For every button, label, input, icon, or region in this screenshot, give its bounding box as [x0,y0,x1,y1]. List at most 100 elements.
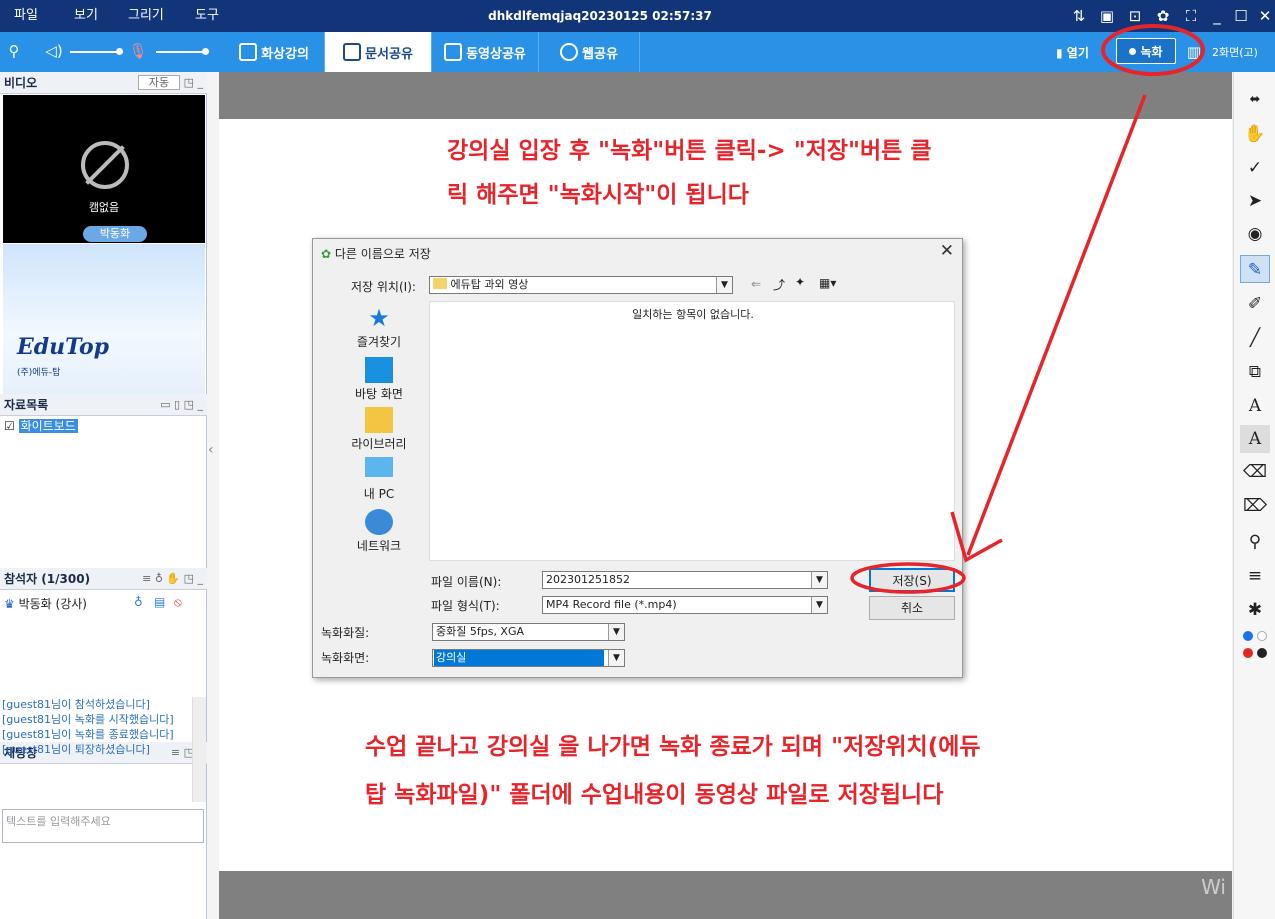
mic-status-icon[interactable]: ⚲ [4,41,24,61]
places-bar: ★ 즐겨찾기 바탕 화면 라이브러리 내 PC 네트워크 [329,299,429,561]
chevron-left-icon: ‹ [208,442,214,458]
instruction-text: 릭 해주면 "녹화시작"이 됩니다 [447,182,749,208]
network-icon [365,509,393,535]
profile-icon[interactable]: ▣ [1097,6,1117,26]
sync-icon[interactable]: ⇅ [1069,6,1089,26]
up-folder-icon[interactable]: ⤴ [773,276,785,293]
tab-web-share[interactable]: 웹공유 [539,32,640,72]
file-list[interactable]: 일치하는 항목이 없습니다. [429,301,955,561]
doc-icon[interactable]: ▤ [154,595,165,609]
instruction-text: 강의실 입장 후 "녹화"버튼 클릭-> "저장"버튼 클 [447,138,932,164]
quality-select[interactable]: 중화질 5fps, XGA ▼ [432,623,625,641]
shape-icon[interactable]: ⧉ [1240,358,1270,386]
mic-icon[interactable]: ♁ [134,595,143,609]
library-icon [365,407,393,433]
windows-watermark: Wi [1201,875,1226,899]
color-blue-swatch[interactable] [1243,631,1253,641]
popout-icon[interactable]: ◳ [184,76,194,89]
highlighter-icon[interactable]: ✐ [1240,290,1270,318]
close-icon[interactable]: ✕ [1255,6,1275,26]
tab-video-lecture[interactable]: 화상강의 [224,32,325,72]
pen-icon[interactable]: ✎ [1240,255,1270,283]
place-this-pc[interactable]: 내 PC [329,457,429,502]
popout-icon[interactable]: ◳ [184,398,194,411]
mic-volume-handle[interactable] [202,48,209,55]
cancel-button[interactable]: 취소 [869,596,955,620]
tab-video-share[interactable]: 동영상공유 [432,32,539,72]
place-libraries[interactable]: 라이브러리 [329,407,429,452]
chat-scrollbar[interactable] [192,697,206,802]
maximize-icon[interactable]: ☐ [1231,6,1251,26]
eraser-area-icon[interactable]: ⌦ [1240,492,1270,520]
pointer-icon[interactable]: ➤ [1240,187,1270,215]
hand-icon[interactable]: ✋ [1240,120,1270,148]
list-item[interactable]: ☑ 화이트보드 [4,417,78,434]
mic-volume-slider[interactable] [156,51,204,53]
title-bar: 파일 보기 그리기 도구 dhkdlfemqjaq20230125 02:57:… [0,0,1275,32]
arrows-icon[interactable]: ⬌ [1240,86,1270,114]
text-box-icon[interactable]: A [1240,425,1270,453]
color-black-swatch[interactable] [1257,648,1267,658]
location-select[interactable]: 에듀탑 과외 영상 ▼ [429,276,733,294]
new-folder-icon[interactable]: ✦ [795,275,805,289]
mic-all-icon[interactable]: ♁ [155,572,163,585]
user-icon [239,43,258,61]
tab-document-share[interactable]: 문서공유 [325,32,432,72]
empty-list-message: 일치하는 항목이 없습니다. [632,308,754,321]
speaker-icon[interactable]: ◁) [44,41,64,61]
view-menu-icon[interactable]: ▦▾ [819,276,836,290]
minimize-icon[interactable]: _ [1207,6,1227,26]
color-red-swatch[interactable] [1243,648,1253,658]
place-network[interactable]: 네트워크 [329,509,429,554]
trash-icon[interactable]: ▯ [174,398,180,411]
line-width-icon[interactable]: ≡ [1240,562,1270,590]
check-icon[interactable]: ✓ [1240,154,1270,182]
record-button[interactable]: 녹화 [1116,38,1176,64]
chat-input[interactable]: 텍스트를 입력해주세요 [2,809,204,843]
open-button[interactable]: ▮ 열기 [1056,44,1089,61]
palette-icon[interactable]: ✱ [1240,596,1270,624]
folder-icon[interactable]: ▭ [160,398,170,411]
close-icon[interactable]: ✕ [940,241,954,261]
eraser-icon[interactable]: ⌫ [1240,458,1270,486]
menu-draw[interactable]: 그리기 [128,0,164,32]
menu-tools[interactable]: 도구 [195,0,219,32]
search-window-icon[interactable]: ⊡ [1125,6,1145,26]
minimize-panel-icon[interactable]: _ [198,572,204,585]
gear-icon[interactable]: ✿ [1153,6,1173,26]
speaker-volume-slider[interactable] [70,51,118,53]
main-toolbar: ⚲ ◁) 🎙 화상강의 문서공유 동영상공유 웹공유 ▮ 열기 녹화 ▥ 2화면… [0,32,1275,72]
mic-muted-icon[interactable]: ⦸ [174,595,182,610]
save-button[interactable]: 저장(S) [869,568,955,592]
list-item[interactable]: ♛ 박동화 (강사) ♁ ▤ ⦸ [4,595,204,612]
menu-view[interactable]: 보기 [74,0,98,32]
filetype-select[interactable]: MP4 Record file (*.mp4) ▼ [542,596,828,614]
line-icon[interactable]: ╱ [1240,324,1270,352]
panel-collapse-handle[interactable]: ‹ [207,72,219,919]
place-desktop[interactable]: 바탕 화면 [329,357,429,402]
layout-icon[interactable]: ▥ [1184,42,1204,62]
desktop-icon [365,357,393,383]
filename-input[interactable]: 202301251852 ▼ [542,571,828,589]
fullscreen-icon[interactable]: ⛶ [1181,6,1201,26]
zoom-icon[interactable]: ⚲ [1240,528,1270,556]
mic-muted-icon[interactable]: 🎙 [128,41,148,61]
list-icon[interactable]: ≡ [142,572,151,585]
hand-all-icon[interactable]: ✋ [166,572,180,585]
dual-screen-button[interactable]: 2화면(고) [1212,44,1258,60]
text-icon[interactable]: A [1240,392,1270,420]
minimize-panel-icon[interactable]: _ [198,76,204,89]
speaker-volume-handle[interactable] [116,48,123,55]
back-icon[interactable]: ⇐ [751,277,761,291]
chevron-down-icon: ▼ [811,572,827,588]
minimize-panel-icon[interactable]: _ [198,398,204,411]
dialog-title: ✿ 다른 이름으로 저장 [321,247,431,261]
laser-icon[interactable]: ◉ [1240,220,1270,248]
place-favorites[interactable]: ★ 즐겨찾기 [329,305,429,350]
popout-icon[interactable]: ◳ [184,572,194,585]
record-screen-select[interactable]: 강의실 ▼ [432,649,625,667]
video-mode-select[interactable]: 자동 [137,75,181,90]
chevron-down-icon: ▼ [716,277,732,293]
color-white-swatch[interactable] [1257,631,1267,641]
menu-file[interactable]: 파일 [14,0,38,32]
